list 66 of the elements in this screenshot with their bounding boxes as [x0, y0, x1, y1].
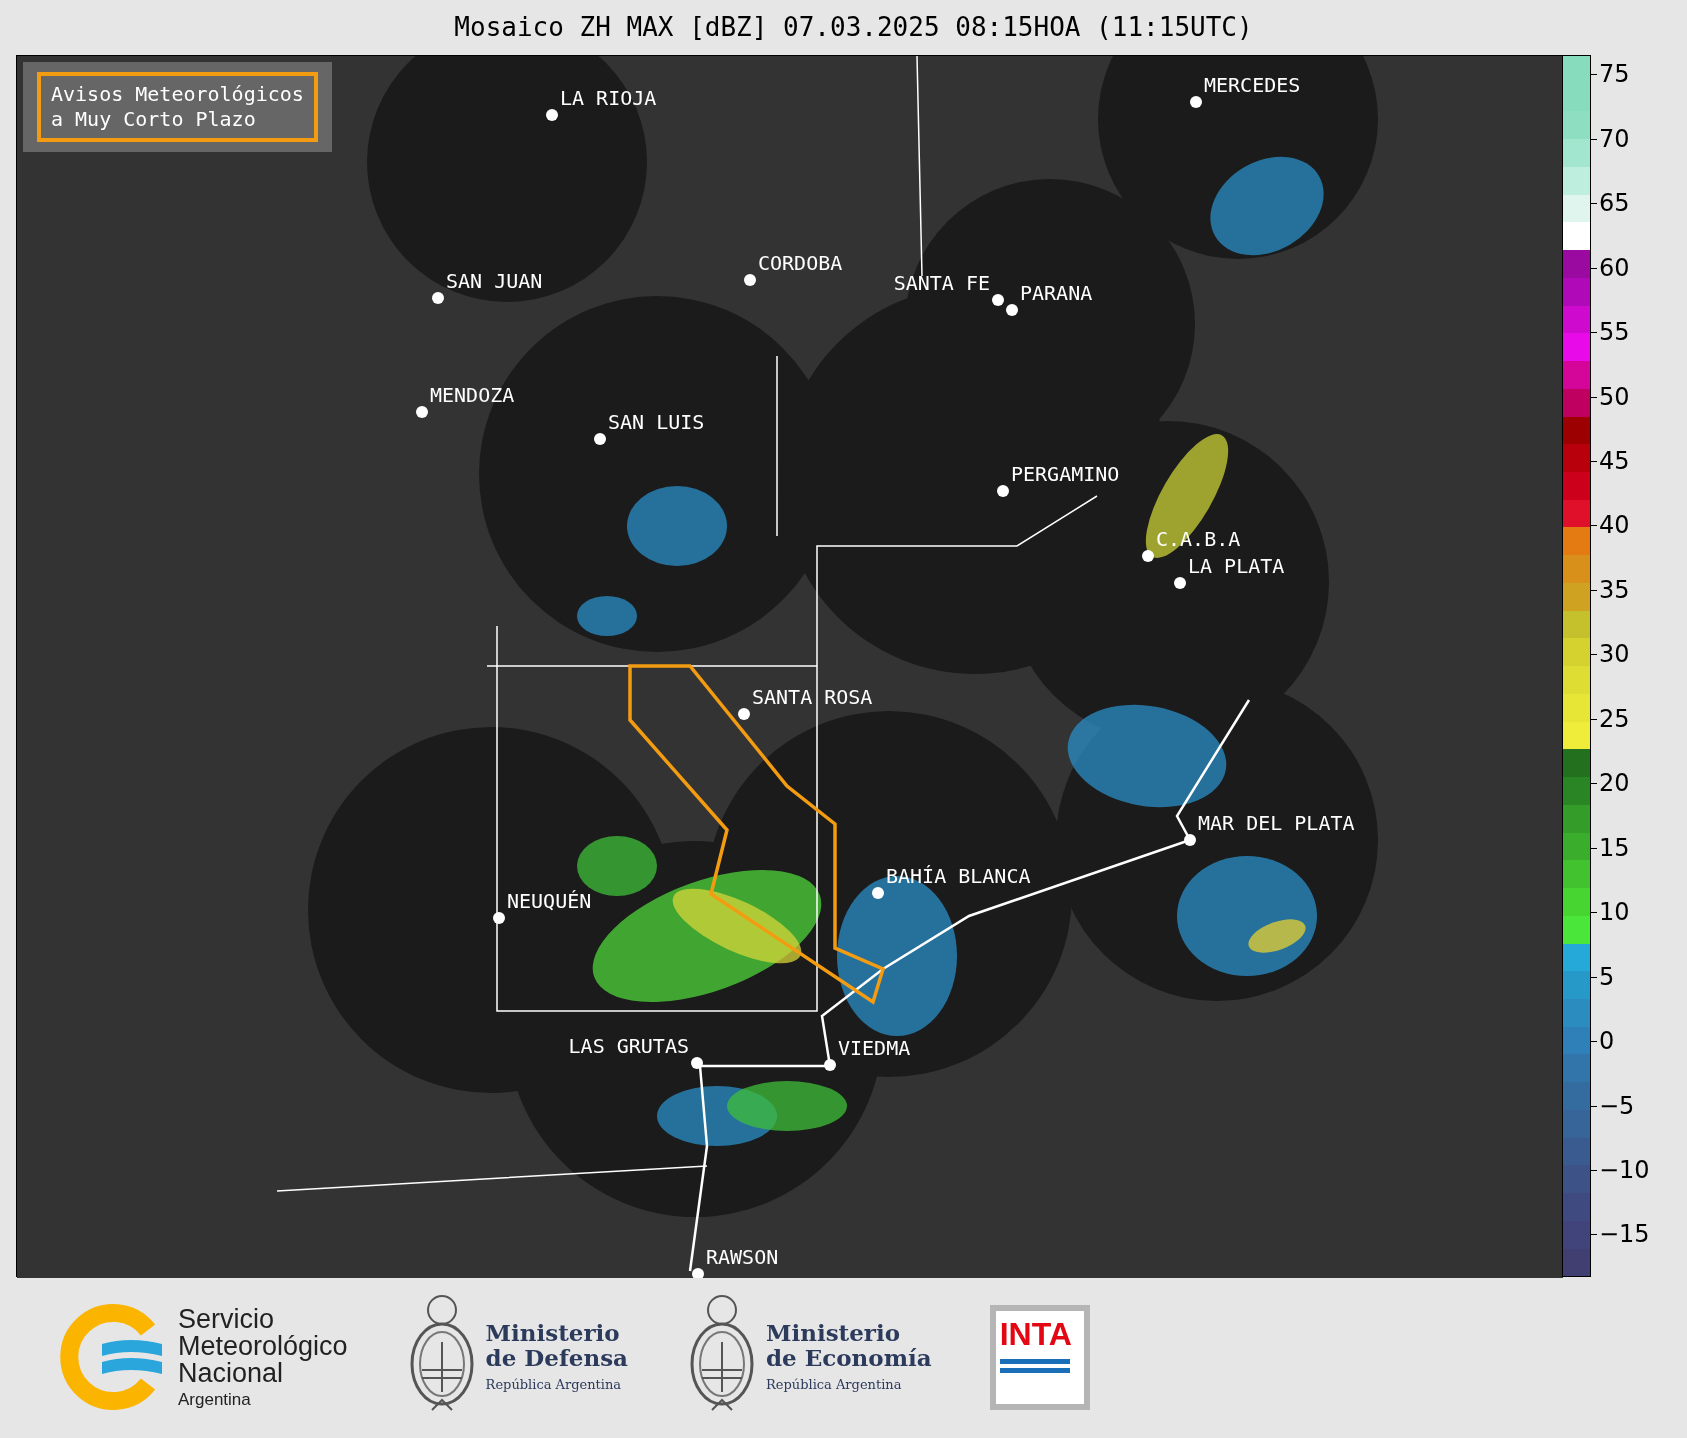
colorbar-tick-label: 35 — [1598, 577, 1630, 602]
city-label: MENDOZA — [430, 383, 515, 407]
city-dot-icon — [546, 109, 558, 121]
city-label: SAN LUIS — [608, 410, 705, 434]
city-dot-icon — [744, 274, 756, 286]
city-label: PERGAMINO — [1011, 462, 1120, 486]
logo-text: de Economía — [766, 1345, 932, 1371]
colorbar-tick-label: 55 — [1598, 320, 1630, 345]
city-label: LA RIOJA — [560, 86, 657, 110]
colorbar-tick-label: 0 — [1598, 1029, 1615, 1054]
city-dot-icon — [872, 887, 884, 899]
colorbar-tick-label: 45 — [1598, 449, 1630, 474]
logo-subtitle: República Argentina — [766, 1375, 903, 1394]
colorbar-tick-label: 50 — [1598, 384, 1630, 409]
colorbar-tick-label: 40 — [1598, 513, 1630, 538]
city-label: SANTA FE — [893, 271, 990, 295]
city-dot-icon — [738, 708, 750, 720]
colorbar-tick-label: 70 — [1598, 126, 1630, 151]
city-label: BAHÍA BLANCA — [886, 864, 1031, 888]
logo-text: INTA — [999, 1314, 1073, 1353]
colorbar-tick-label: 20 — [1598, 771, 1630, 796]
logo-text: de Defensa — [485, 1345, 628, 1371]
colorbar-tick-label: 15 — [1598, 835, 1630, 860]
city-dot-icon — [432, 292, 444, 304]
city-label: VIEDMA — [838, 1036, 911, 1060]
logo-subtitle: Argentina — [178, 1391, 252, 1408]
colorbar-tick-label: 25 — [1598, 706, 1630, 731]
logo-subtitle: República Argentina — [485, 1375, 623, 1394]
city-label: SANTA ROSA — [752, 685, 873, 709]
city-dot-icon — [1142, 550, 1154, 562]
city-label: LA PLATA — [1188, 554, 1285, 578]
logo-text: Servicio — [178, 1306, 276, 1333]
city-dot-icon — [1006, 304, 1018, 316]
city-dot-icon — [1190, 96, 1202, 108]
city-label: CORDOBA — [758, 251, 843, 275]
legend-text: Avisos Meteorológicos — [51, 82, 304, 107]
city-label: PARANA — [1020, 281, 1093, 305]
colorbar-tick-label: 5 — [1598, 964, 1615, 989]
city-dot-icon — [824, 1059, 836, 1071]
city-dot-icon — [416, 406, 428, 418]
city-dot-icon — [493, 912, 505, 924]
colorbar-tick-label: 10 — [1598, 900, 1630, 925]
city-dot-icon — [691, 1057, 703, 1069]
legend-text: a Muy Corto Plazo — [51, 107, 257, 132]
city-label: SAN JUAN — [446, 269, 543, 293]
city-dot-icon — [1184, 834, 1196, 846]
map-title: Mosaico ZH MAX [dBZ] 07.03.2025 08:15HOA (11:15UTC) — [453, 11, 1254, 44]
city-label: MAR DEL PLATA — [1198, 811, 1355, 835]
logo-text: Ministerio — [485, 1319, 621, 1346]
city-label: NEUQUÉN — [507, 889, 592, 913]
colorbar-tick-label: −5 — [1598, 1093, 1635, 1118]
city-dot-icon — [594, 433, 606, 445]
colorbar-tick-label: 65 — [1598, 191, 1630, 216]
city-dot-icon — [992, 294, 1004, 306]
colorbar-tick-label: 75 — [1598, 62, 1630, 87]
colorbar-tick-label: −15 — [1598, 1222, 1650, 1247]
colorbar-tick-label: 60 — [1598, 255, 1630, 280]
logo-text: Ministerio — [766, 1319, 902, 1346]
city-label: LAS GRUTAS — [568, 1034, 689, 1058]
city-dot-icon — [1174, 577, 1186, 589]
city-dot-icon — [997, 485, 1009, 497]
city-label: RAWSON — [706, 1245, 779, 1269]
city-label: MERCEDES — [1204, 73, 1301, 97]
logo-text: Nacional — [178, 1360, 284, 1387]
colorbar-tick-label: 30 — [1598, 642, 1630, 667]
colorbar-tick-label: −10 — [1598, 1158, 1650, 1182]
